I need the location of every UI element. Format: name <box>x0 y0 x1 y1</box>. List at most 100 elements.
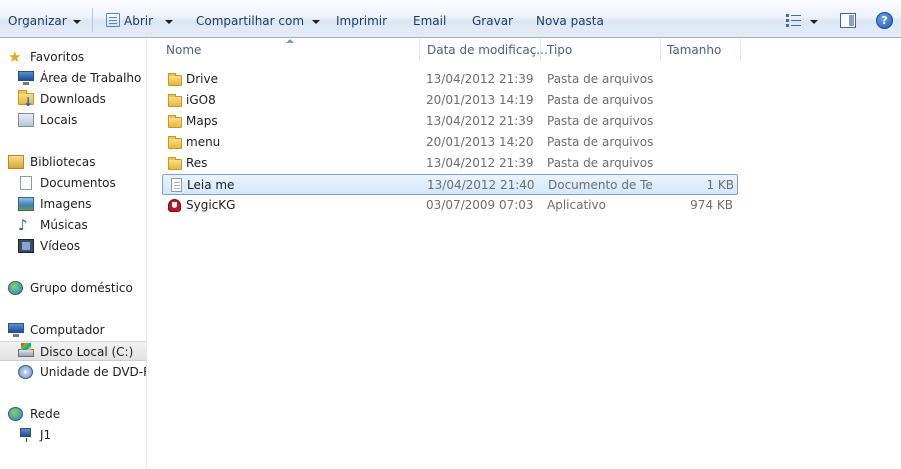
file-size: 1 KB <box>706 178 734 192</box>
computer-icon <box>8 323 24 337</box>
music-icon: ♪ <box>18 216 28 234</box>
column-divider <box>740 39 741 61</box>
burn-button[interactable]: Gravar <box>472 12 513 30</box>
sidebar-item-pictures[interactable]: Imagens <box>18 194 144 214</box>
file-type: Pasta de arquivos <box>547 93 653 107</box>
print-button[interactable]: Imprimir <box>336 12 387 30</box>
file-type: Pasta de arquivos <box>547 156 653 170</box>
sidebar-item-videos[interactable]: Vídeos <box>18 236 144 256</box>
sidebar-item-desktop[interactable]: Área de Trabalho <box>18 68 144 88</box>
file-name: Drive <box>186 72 218 86</box>
file-date: 13/04/2012 21:39 <box>426 114 534 128</box>
folder-icon <box>168 94 182 107</box>
file-row-maps[interactable]: Maps 13/04/2012 21:39 Pasta de arquivos <box>162 111 738 132</box>
file-date: 20/01/2013 14:20 <box>426 135 534 149</box>
file-row-menu[interactable]: menu 20/01/2013 14:20 Pasta de arquivos <box>162 132 738 153</box>
sidebar-item-recent-places[interactable]: Locais <box>18 110 144 130</box>
folder-icon <box>168 157 182 170</box>
sort-ascending-icon <box>286 39 294 43</box>
sidebar-item-downloads[interactable]: Downloads <box>18 89 144 112</box>
sidebar-item-label: Unidade de DVD-RW <box>40 365 146 379</box>
sidebar-item-label: Área de Trabalho <box>40 71 142 85</box>
file-row-drive[interactable]: Drive 13/04/2012 21:39 Pasta de arquivos <box>162 69 738 90</box>
sidebar-group-favorites[interactable]: ★ Favoritos <box>8 47 138 67</box>
share-label: Compartilhar com <box>196 14 305 28</box>
videos-icon <box>18 239 34 253</box>
sidebar-item-label: Documentos <box>40 176 116 190</box>
file-row-sygickg[interactable]: SygicKG 03/07/2009 07:03 Aplicativo 974 … <box>162 195 738 216</box>
file-row-igo8[interactable]: iGO8 20/01/2013 14:19 Pasta de arquivos <box>162 90 738 111</box>
sidebar-item-dvd-drive[interactable]: Unidade de DVD-RW <box>18 362 146 382</box>
sidebar-item-label: Downloads <box>40 92 106 106</box>
sidebar-group-label: Rede <box>30 407 61 421</box>
file-type: Pasta de arquivos <box>547 135 653 149</box>
file-date: 20/01/2013 14:19 <box>426 93 534 107</box>
open-button[interactable]: Abrir <box>124 12 174 30</box>
folder-icon <box>168 136 182 149</box>
column-header-size[interactable]: Tamanho <box>661 39 739 61</box>
text-document-icon <box>171 178 182 192</box>
file-name: iGO8 <box>186 93 216 107</box>
sidebar-group-network[interactable]: Rede <box>8 404 144 424</box>
chevron-down-icon <box>312 19 321 24</box>
organize-label: Organizar <box>8 14 67 28</box>
preview-pane-icon[interactable] <box>840 13 856 28</box>
file-name: menu <box>186 135 221 149</box>
sidebar-group-computer[interactable]: Computador <box>8 320 144 340</box>
open-document-icon <box>106 13 120 27</box>
file-type: Pasta de arquivos <box>547 72 653 86</box>
sidebar-item-label: Imagens <box>40 197 92 211</box>
column-header-type[interactable]: Tipo <box>541 39 659 61</box>
email-button[interactable]: Email <box>413 12 446 30</box>
documents-icon <box>20 176 32 190</box>
chevron-down-icon <box>810 19 818 24</box>
file-name: Maps <box>186 114 218 128</box>
organize-menu-button[interactable]: Organizar <box>8 12 81 30</box>
sidebar-item-j1[interactable]: J1 <box>18 425 144 445</box>
sidebar-item-label: Disco Local (C:) <box>40 345 134 359</box>
view-options-dropdown[interactable] <box>808 12 818 30</box>
dvd-drive-icon <box>18 365 33 379</box>
help-icon[interactable]: ? <box>876 12 893 29</box>
star-icon: ★ <box>8 48 22 66</box>
sidebar-item-label: J1 <box>40 428 52 442</box>
file-name: Leia me <box>187 178 235 192</box>
chevron-down-icon <box>165 19 174 24</box>
sidebar-item-music[interactable]: ♪ Músicas <box>18 215 144 235</box>
sidebar-group-label: Favoritos <box>30 50 85 64</box>
folder-icon <box>168 73 182 86</box>
desktop-icon <box>18 71 34 85</box>
local-disk-icon <box>18 343 34 357</box>
network-computer-icon <box>20 428 31 442</box>
sidebar-group-label: Bibliotecas <box>30 155 96 169</box>
homegroup-icon <box>8 281 23 295</box>
sidebar-item-label: Músicas <box>40 218 88 232</box>
file-date: 13/04/2012 21:40 <box>427 178 535 192</box>
file-name: SygicKG <box>186 198 236 212</box>
recent-places-icon <box>18 113 34 127</box>
sidebar-group-homegroup[interactable]: Grupo doméstico <box>8 278 144 298</box>
libraries-icon <box>8 155 24 169</box>
navigation-pane[interactable]: ★ Favoritos Área de Trabalho Downloads L… <box>0 39 147 469</box>
sidebar-item-local-disk-c[interactable]: Disco Local (C:) <box>0 341 146 361</box>
file-row-res[interactable]: Res 13/04/2012 21:39 Pasta de arquivos <box>162 153 738 174</box>
change-view-icon[interactable] <box>786 14 802 27</box>
downloads-icon <box>18 90 34 112</box>
file-date: 03/07/2009 07:03 <box>426 198 534 212</box>
file-type: Aplicativo <box>547 198 606 212</box>
sidebar-group-libraries[interactable]: Bibliotecas <box>8 152 144 172</box>
sidebar-item-label: Locais <box>40 113 78 127</box>
file-row-leia-me[interactable]: Leia me 13/04/2012 21:40 Documento de Te… <box>162 174 738 195</box>
file-type: Pasta de arquivos <box>547 114 653 128</box>
new-folder-button[interactable]: Nova pasta <box>536 12 604 30</box>
file-size: 974 KB <box>690 198 733 212</box>
file-date: 13/04/2012 21:39 <box>426 72 534 86</box>
folder-icon <box>168 115 182 128</box>
sidebar-item-documents[interactable]: Documentos <box>18 173 144 193</box>
share-with-button[interactable]: Compartilhar com <box>196 12 321 30</box>
file-name: Res <box>186 156 208 170</box>
sidebar-group-label: Computador <box>30 323 105 337</box>
column-header-date[interactable]: Data de modificaç... <box>421 39 548 61</box>
file-list[interactable]: Nome Data de modificaç... Tipo Tamanho D… <box>148 39 901 469</box>
open-label: Abrir <box>124 14 154 28</box>
